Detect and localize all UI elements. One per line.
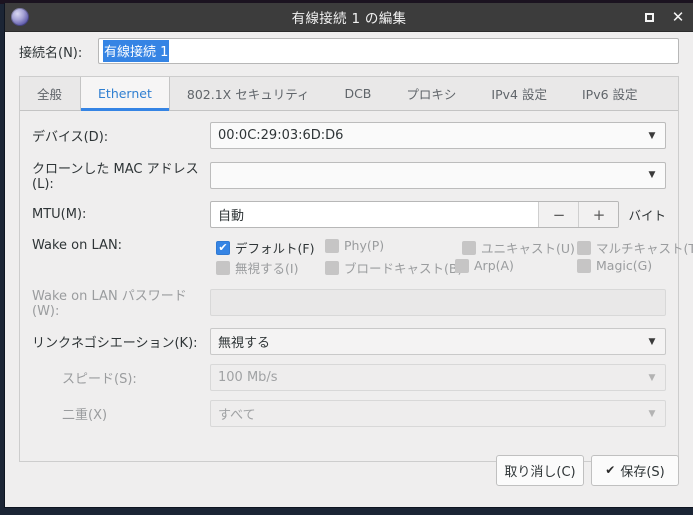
tab-ipv4-settings-label: IPv4 設定 bbox=[491, 87, 547, 102]
speed-label: スピード(S): bbox=[62, 372, 137, 387]
checkmark-icon: ✔ bbox=[216, 240, 230, 255]
chevron-down-icon: ▼ bbox=[648, 130, 656, 141]
link-negotiation-label: リンクネゴシエーション(K): bbox=[32, 336, 198, 351]
titlebar: 有線接続 1 の編集 ✕ bbox=[5, 3, 693, 32]
wol-password-row: Wake on LAN パスワード(W): bbox=[32, 285, 666, 319]
duplex-combo: すべて ▼ bbox=[210, 400, 666, 427]
checkbox-icon bbox=[577, 240, 591, 255]
wol-checkbox-unicast-label: ユニキャスト(U) bbox=[481, 241, 575, 256]
duplex-label: 二重(X) bbox=[62, 408, 108, 423]
checkbox-icon bbox=[462, 240, 476, 255]
tab-ethernet[interactable]: Ethernet bbox=[80, 77, 170, 111]
wol-checkbox-magic[interactable]: Magic(G) bbox=[577, 258, 652, 273]
settings-notebook: 全般 Ethernet 802.1X セキュリティ DCB プロキシ IPv4 … bbox=[19, 76, 693, 462]
mtu-spinner[interactable]: 自動 − + bbox=[210, 201, 620, 228]
tab-strip: 全般 Ethernet 802.1X セキュリティ DCB プロキシ IPv4 … bbox=[20, 77, 678, 111]
checkbox-icon bbox=[325, 238, 339, 253]
mtu-unit-label: バイト bbox=[628, 208, 666, 223]
wake-on-lan-label: Wake on LAN: bbox=[32, 238, 123, 253]
mtu-label: MTU(M): bbox=[32, 207, 87, 222]
close-button[interactable]: ✕ bbox=[670, 10, 686, 26]
link-negotiation-value: 無視する bbox=[218, 336, 271, 351]
maximize-icon bbox=[644, 13, 654, 22]
save-button[interactable]: ✔ 保存(S) bbox=[591, 454, 679, 486]
device-combo[interactable]: 00:0C:29:03:6D:D6 ▼ bbox=[210, 122, 666, 149]
checkbox-icon bbox=[577, 258, 591, 273]
link-negotiation-row: リンクネゴシエーション(K): 無視する ▼ bbox=[32, 328, 666, 355]
tab-8021x-security-label: 802.1X セキュリティ bbox=[186, 87, 310, 102]
dialog-body: 接続名(N): 有線接続 1 全般 Ethernet 802.1X セキュリティ… bbox=[5, 32, 693, 507]
cloned-mac-label: クローンした MAC アドレス(L): bbox=[32, 162, 199, 192]
tab-ipv4-settings[interactable]: IPv4 設定 bbox=[474, 77, 565, 110]
tab-proxy[interactable]: プロキシ bbox=[389, 77, 474, 110]
connection-name-label: 接続名(N): bbox=[19, 45, 83, 61]
device-label: デバイス(D): bbox=[32, 130, 109, 145]
mtu-row: MTU(M): 自動 − + バイト bbox=[32, 201, 666, 228]
wol-checkbox-default[interactable]: ✔ デフォルト(F) bbox=[216, 238, 314, 257]
mtu-value[interactable]: 自動 bbox=[211, 202, 538, 227]
wol-checkbox-phy[interactable]: Phy(P) bbox=[325, 238, 384, 253]
connection-name-row: 接続名(N): 有線接続 1 bbox=[5, 32, 693, 70]
connection-name-value: 有線接続 1 bbox=[103, 40, 170, 62]
wol-checkbox-arp-label: Arp(A) bbox=[474, 258, 514, 273]
wol-checkbox-multicast-label: マルチキャスト(T) bbox=[596, 241, 693, 256]
connection-editor-window: 有線接続 1 の編集 ✕ 接続名(N): 有線接続 1 全般 Ethernet … bbox=[4, 3, 693, 508]
cancel-button[interactable]: 取り消し(C) bbox=[496, 454, 584, 486]
chevron-down-icon: ▼ bbox=[648, 170, 656, 180]
device-value: 00:0C:29:03:6D:D6 bbox=[218, 128, 344, 143]
tab-ipv6-settings-label: IPv6 設定 bbox=[581, 87, 638, 102]
maximize-button[interactable] bbox=[641, 10, 657, 26]
cloned-mac-combo[interactable]: ▼ bbox=[210, 161, 666, 189]
tab-proxy-label: プロキシ bbox=[406, 87, 457, 102]
window-title: 有線接続 1 の編集 bbox=[291, 11, 407, 27]
connection-name-input[interactable]: 有線接続 1 bbox=[98, 38, 679, 64]
wol-checkbox-phy-label: Phy(P) bbox=[344, 238, 385, 253]
checkbox-icon bbox=[216, 260, 230, 275]
duplex-row: 二重(X) すべて ▼ bbox=[32, 400, 666, 427]
wake-on-lan-row: Wake on LAN: ✔ デフォルト(F) Phy(P) ユニキャスト(U)… bbox=[32, 237, 693, 278]
wol-password-label: Wake on LAN パスワード(W): bbox=[32, 289, 187, 319]
action-button-area: 取り消し(C) ✔ 保存(S) bbox=[5, 445, 693, 507]
device-row: デバイス(D): 00:0C:29:03:6D:D6 ▼ bbox=[32, 122, 666, 149]
wake-on-lan-option-grid: ✔ デフォルト(F) Phy(P) ユニキャスト(U) マルチキャスト(T) 無… bbox=[210, 237, 693, 278]
checkbox-icon bbox=[325, 260, 339, 275]
duplex-value: すべて bbox=[218, 408, 256, 423]
wol-checkbox-multicast[interactable]: マルチキャスト(T) bbox=[577, 238, 693, 257]
speed-combo: 100 Mb/s ▼ bbox=[210, 364, 666, 391]
checkmark-icon: ✔ bbox=[605, 463, 616, 477]
close-icon: ✕ bbox=[671, 8, 685, 26]
wol-checkbox-broadcast-label: ブロードキャスト(B) bbox=[344, 261, 463, 276]
window-controls: ✕ bbox=[641, 3, 686, 32]
speed-value: 100 Mb/s bbox=[218, 370, 278, 385]
wol-checkbox-ignore[interactable]: 無視する(I) bbox=[216, 258, 298, 277]
tab-dcb[interactable]: DCB bbox=[327, 77, 389, 110]
tab-ipv6-settings[interactable]: IPv6 設定 bbox=[565, 77, 656, 110]
tab-dcb-label: DCB bbox=[344, 86, 372, 101]
wol-checkbox-ignore-label: 無視する(I) bbox=[235, 261, 299, 276]
checkbox-icon bbox=[455, 258, 469, 273]
chevron-down-icon: ▼ bbox=[648, 408, 656, 419]
tab-ethernet-label: Ethernet bbox=[98, 86, 152, 101]
cloned-mac-row: クローンした MAC アドレス(L): ▼ bbox=[32, 158, 666, 192]
chevron-down-icon: ▼ bbox=[648, 336, 656, 347]
chevron-down-icon: ▼ bbox=[648, 372, 656, 383]
mtu-increment-button[interactable]: + bbox=[578, 202, 619, 227]
link-negotiation-combo[interactable]: 無視する ▼ bbox=[210, 328, 666, 355]
wol-checkbox-magic-label: Magic(G) bbox=[596, 258, 653, 273]
tab-8021x-security[interactable]: 802.1X セキュリティ bbox=[170, 77, 328, 110]
wol-checkbox-broadcast[interactable]: ブロードキャスト(B) bbox=[325, 258, 462, 277]
wol-password-input bbox=[210, 288, 666, 316]
ethernet-form: デバイス(D): 00:0C:29:03:6D:D6 ▼ クローンした MAC … bbox=[20, 111, 693, 461]
tab-general[interactable]: 全般 bbox=[20, 77, 80, 110]
tab-general-label: 全般 bbox=[37, 87, 63, 102]
save-button-label: 保存(S) bbox=[620, 464, 665, 480]
wol-checkbox-arp[interactable]: Arp(A) bbox=[455, 258, 514, 273]
cancel-button-label: 取り消し(C) bbox=[504, 464, 576, 480]
wol-checkbox-default-label: デフォルト(F) bbox=[235, 241, 315, 256]
wol-checkbox-unicast[interactable]: ユニキャスト(U) bbox=[462, 238, 575, 257]
speed-row: スピード(S): 100 Mb/s ▼ bbox=[32, 364, 666, 391]
globe-icon bbox=[11, 8, 29, 26]
mtu-decrement-button[interactable]: − bbox=[538, 202, 579, 227]
